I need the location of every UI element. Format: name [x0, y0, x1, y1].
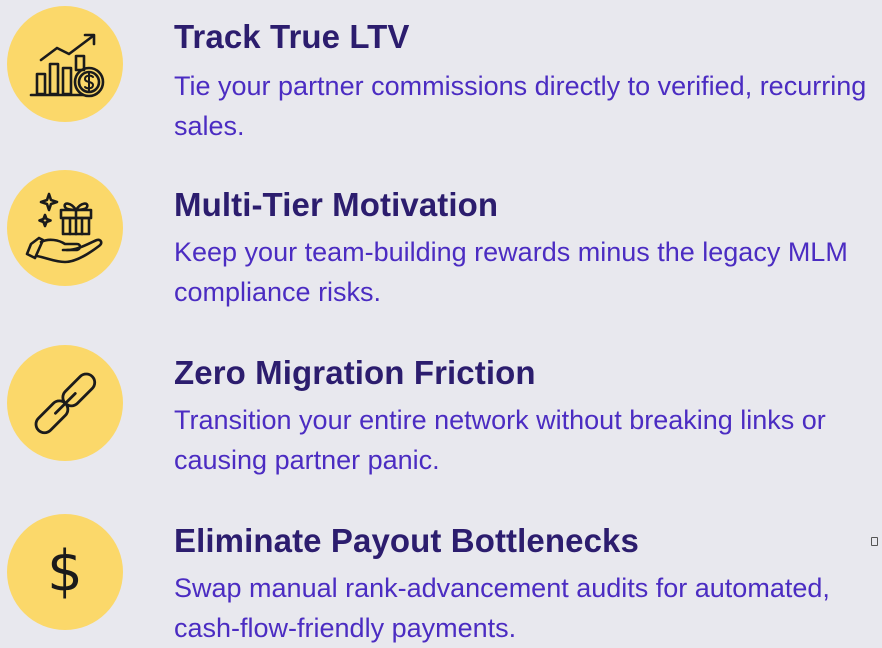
feature-title: Multi-Tier Motivation	[174, 186, 499, 223]
icon-badge	[7, 345, 123, 461]
feature-title: Zero Migration Friction	[174, 354, 536, 391]
feature-eliminate-payout-bottlenecks: $ Eliminate Payout Bottlenecks Swap manu…	[0, 0, 882, 643]
icon-badge: $	[7, 514, 123, 630]
link-icon	[34, 372, 97, 435]
feature-title: Eliminate Payout Bottlenecks	[174, 522, 639, 559]
feature-description: Swap manual rank-advancement audits for …	[174, 573, 830, 643]
dollar-icon: $	[47, 539, 83, 604]
icon-badge	[7, 170, 123, 286]
feature-description: Keep your team-building rewards minus th…	[174, 237, 848, 307]
clipped-edge-element	[871, 537, 878, 546]
feature-description: Transition your entire network without b…	[174, 405, 826, 475]
gift-hand-icon	[25, 192, 103, 264]
